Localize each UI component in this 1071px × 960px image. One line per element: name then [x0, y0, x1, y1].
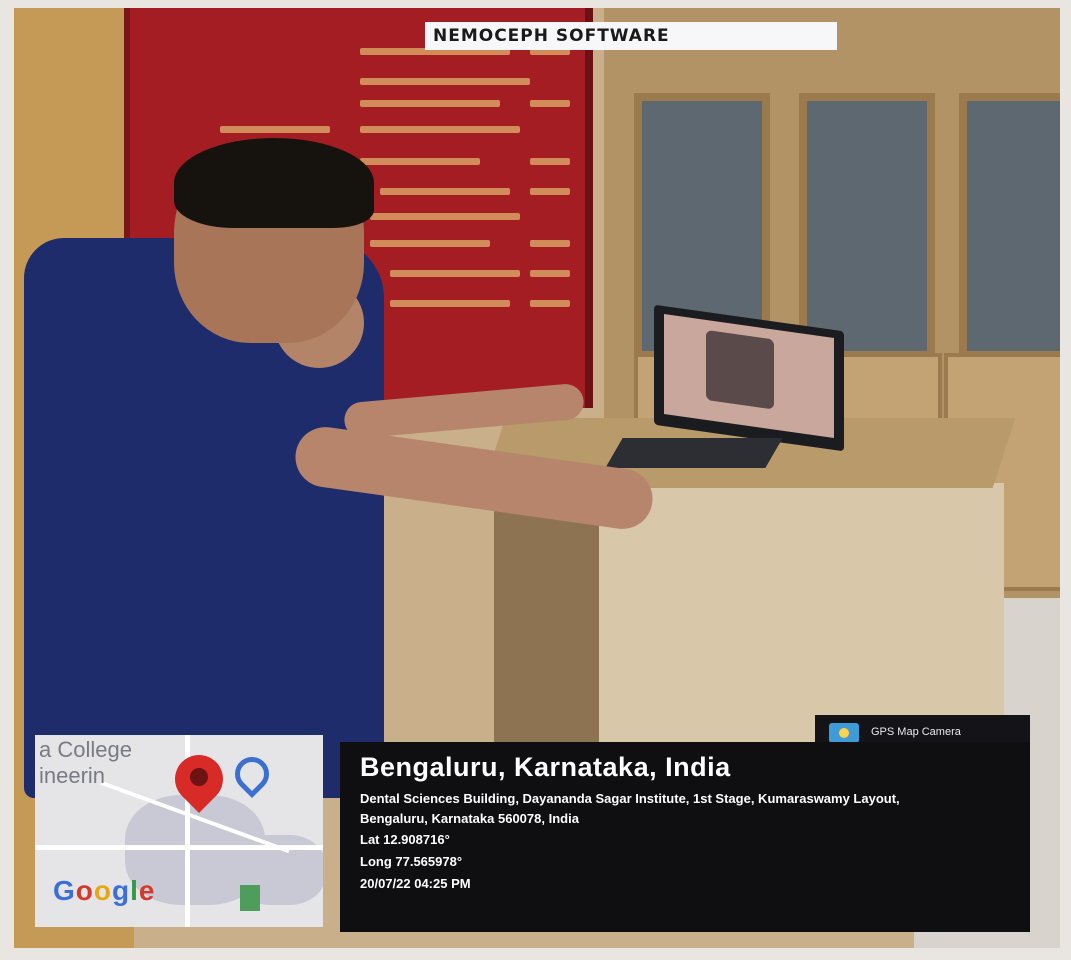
- longitude: Long 77.565978°: [360, 854, 463, 869]
- location-city: Bengaluru, Karnataka, India: [360, 752, 731, 782]
- navigation-arrow-icon: [227, 749, 277, 799]
- cephalogram-image: [706, 329, 774, 410]
- map-thumbnail[interactable]: a College ineerin Google: [35, 735, 323, 927]
- timestamp: 20/07/22 04:25 PM: [360, 876, 471, 891]
- map-place-label: a College ineerin: [39, 737, 132, 788]
- gps-map-camera-icon: [829, 723, 859, 743]
- latitude: Lat 12.908716°: [360, 832, 450, 847]
- location-address: Dental Sciences Building, Dayananda Saga…: [360, 791, 900, 826]
- keyboard: [605, 438, 783, 468]
- google-logo: Google: [53, 875, 156, 906]
- gps-badge-label: GPS Map Camera: [871, 726, 961, 738]
- person-hair: [174, 138, 374, 228]
- caption-title: NEMOCEPH SOFTWARE: [425, 22, 837, 50]
- layers-icon: [240, 885, 260, 911]
- location-info-panel: Bengaluru, Karnataka, India Dental Scien…: [340, 742, 1030, 932]
